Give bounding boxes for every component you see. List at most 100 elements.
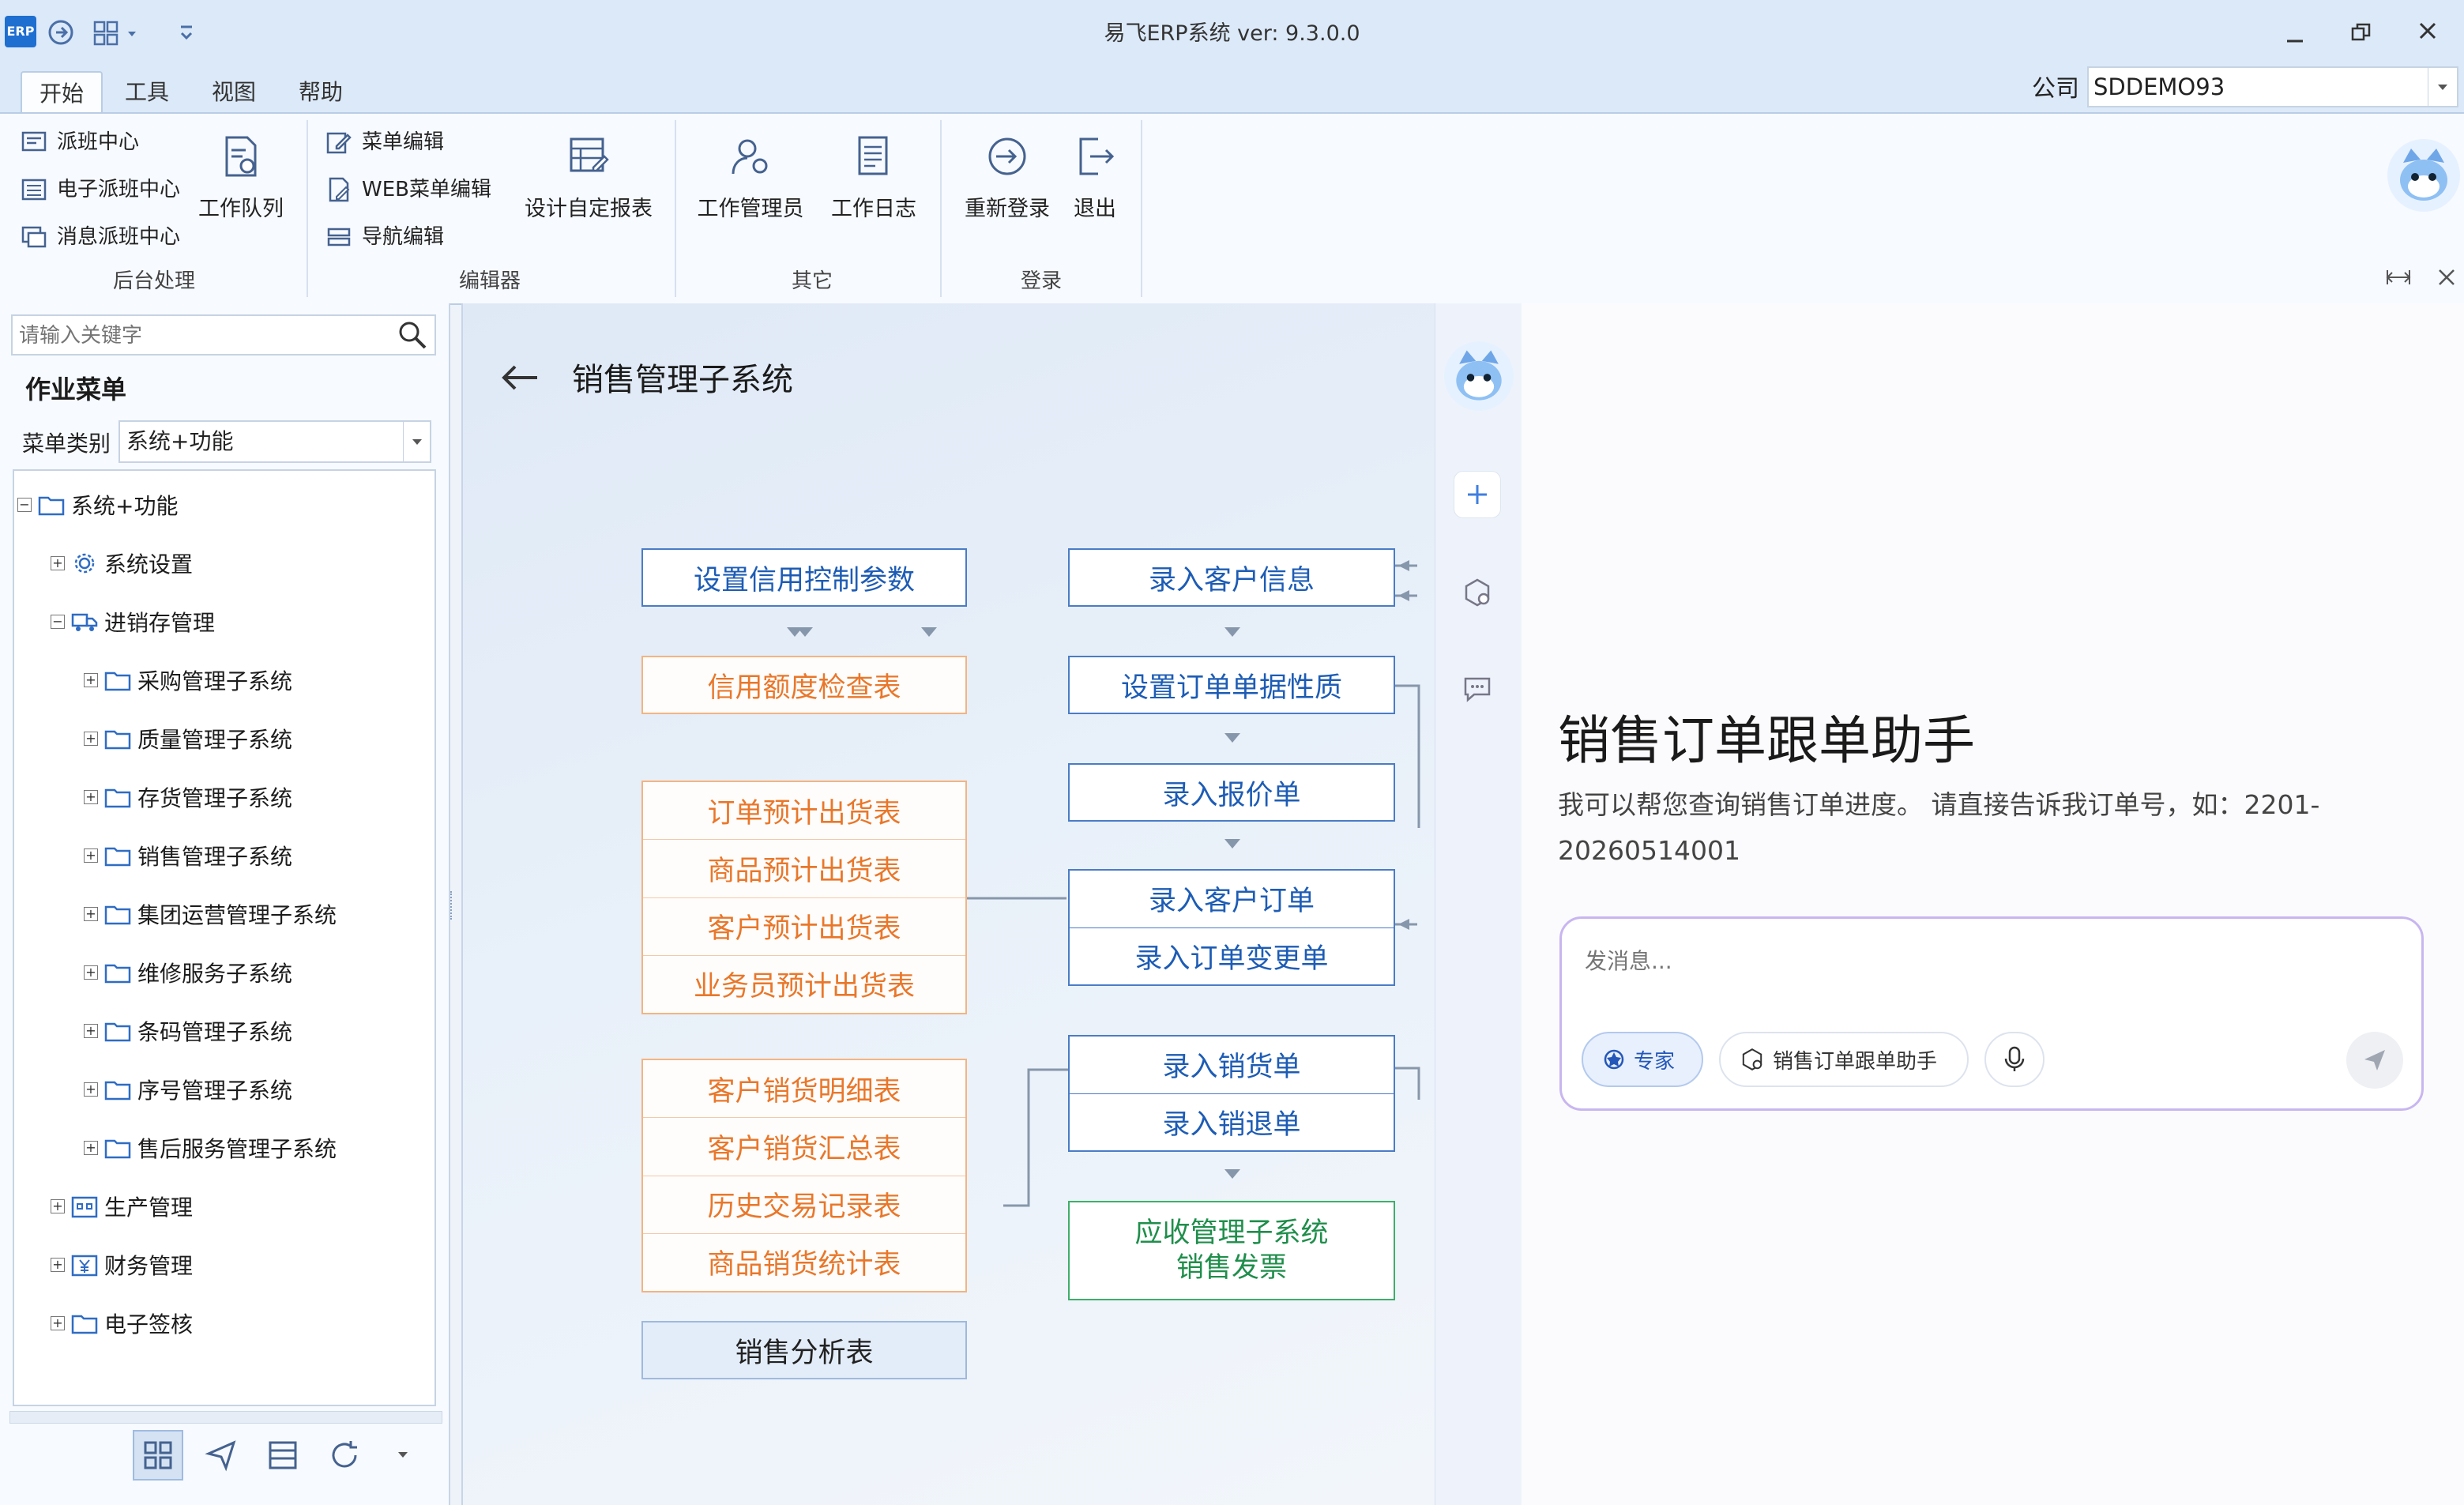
chevron-down-icon[interactable] bbox=[403, 422, 431, 461]
tree-item[interactable]: − 系统+功能 bbox=[17, 476, 428, 534]
expand-toggle-icon[interactable]: + bbox=[51, 1199, 65, 1213]
customer-order-item[interactable]: 录入客户订单 bbox=[1070, 871, 1394, 928]
tree-item[interactable]: + 售后服务管理子系统 bbox=[17, 1119, 428, 1177]
expand-toggle-icon[interactable]: + bbox=[51, 556, 65, 570]
voice-input-button[interactable] bbox=[1984, 1032, 2045, 1087]
chat-history-button[interactable] bbox=[1454, 665, 1501, 713]
factory-icon bbox=[71, 1196, 98, 1218]
nav-edit-button[interactable]: 导航编辑 bbox=[325, 216, 444, 258]
tree-item[interactable]: + 系统设置 bbox=[17, 534, 428, 593]
report-customer-summary[interactable]: 客户销货汇总表 bbox=[643, 1118, 965, 1176]
category-select[interactable]: 系统+功能 bbox=[118, 420, 431, 463]
expand-toggle-icon[interactable]: + bbox=[84, 965, 98, 980]
ar-invoice-box[interactable]: 应收管理子系统 销售发票 bbox=[1068, 1201, 1395, 1300]
expand-toggle-icon[interactable]: + bbox=[84, 848, 98, 863]
assistant-description: 我可以帮您查询销售订单进度。 请直接告诉我订单号，如：2201-20260514… bbox=[1558, 789, 2320, 866]
tree-item[interactable]: + 生产管理 bbox=[17, 1177, 428, 1236]
tree-item-label: 系统设置 bbox=[104, 551, 194, 578]
tab-start[interactable]: 开始 bbox=[21, 71, 103, 115]
exit-button[interactable]: 退出 bbox=[1063, 133, 1127, 222]
sales-return-item[interactable]: 录入销退单 bbox=[1070, 1094, 1394, 1151]
refresh-view-button[interactable] bbox=[319, 1430, 370, 1481]
search-input[interactable] bbox=[17, 316, 392, 356]
work-queue-label: 工作队列 bbox=[198, 197, 284, 221]
minimize-icon[interactable] bbox=[2283, 24, 2307, 47]
tree-item[interactable]: + 存货管理子系统 bbox=[17, 768, 428, 826]
report-product-stats[interactable]: 商品销货统计表 bbox=[643, 1234, 965, 1291]
collapse-toggle-icon[interactable]: − bbox=[51, 615, 65, 629]
tree-item[interactable]: + 电子签核 bbox=[17, 1294, 428, 1353]
sales-delivery-item[interactable]: 录入销货单 bbox=[1070, 1037, 1394, 1094]
expand-toggle-icon[interactable]: + bbox=[84, 1082, 98, 1097]
send-button[interactable] bbox=[2346, 1032, 2403, 1089]
credit-param-box[interactable]: 设置信用控制参数 bbox=[641, 548, 967, 607]
menu-edit-button[interactable]: 菜单编辑 bbox=[325, 122, 444, 163]
expand-toggle-icon[interactable]: + bbox=[84, 1141, 98, 1155]
dispatch-center-button[interactable]: 派班中心 bbox=[21, 122, 139, 163]
sales-analysis-box[interactable]: 销售分析表 bbox=[641, 1321, 967, 1379]
tree-item[interactable]: + 销售管理子系统 bbox=[17, 826, 428, 885]
tree-item[interactable]: + 财务管理 bbox=[17, 1236, 428, 1294]
design-report-button[interactable]: 设计自定报表 bbox=[521, 133, 656, 222]
report-history[interactable]: 历史交易记录表 bbox=[643, 1176, 965, 1234]
forecast-order[interactable]: 订单预计出货表 bbox=[643, 782, 965, 841]
agent-chip[interactable]: 销售订单跟单助手 bbox=[1719, 1032, 1969, 1087]
tree-item[interactable]: + 序号管理子系统 bbox=[17, 1060, 428, 1119]
quote-box[interactable]: 录入报价单 bbox=[1068, 763, 1395, 822]
tree-item[interactable]: + 条码管理子系统 bbox=[17, 1002, 428, 1060]
tree-item[interactable]: + 质量管理子系统 bbox=[17, 709, 428, 768]
tree-item[interactable]: + 集团运营管理子系统 bbox=[17, 885, 428, 943]
expand-toggle-icon[interactable]: + bbox=[84, 790, 98, 804]
expand-toggle-icon[interactable]: + bbox=[84, 732, 98, 746]
order-change-item[interactable]: 录入订单变更单 bbox=[1070, 928, 1394, 985]
agent-button[interactable] bbox=[1454, 569, 1501, 616]
work-manager-label: 工作管理员 bbox=[697, 197, 804, 221]
tree-item[interactable]: − 进销存管理 bbox=[17, 593, 428, 651]
tab-help[interactable]: 帮助 bbox=[281, 71, 360, 114]
chevron-down-icon[interactable] bbox=[2428, 68, 2457, 106]
e-dispatch-center-button[interactable]: 电子派班中心 bbox=[21, 169, 180, 210]
shipping-group: 录入销货单 录入销退单 bbox=[1068, 1035, 1395, 1152]
expand-toggle-icon[interactable]: + bbox=[84, 673, 98, 687]
tab-tools[interactable]: 工具 bbox=[107, 71, 186, 114]
expand-toggle-icon[interactable]: + bbox=[84, 907, 98, 921]
expert-mode-chip[interactable]: 专家 bbox=[1582, 1032, 1703, 1087]
forecast-customer[interactable]: 客户预计出货表 bbox=[643, 898, 965, 956]
collapse-toggle-icon[interactable]: − bbox=[17, 498, 32, 512]
assistant-avatar[interactable] bbox=[1444, 341, 1514, 411]
msg-dispatch-center-button[interactable]: 消息派班中心 bbox=[21, 216, 180, 258]
forecast-salesman[interactable]: 业务员预计出货表 bbox=[643, 956, 965, 1013]
credit-check-box[interactable]: 信用额度检查表 bbox=[641, 656, 967, 714]
horizontal-scrollbar[interactable] bbox=[9, 1411, 442, 1424]
tree-item[interactable]: + 采购管理子系统 bbox=[17, 651, 428, 709]
list-view-button[interactable] bbox=[258, 1430, 308, 1481]
send-view-button[interactable] bbox=[196, 1430, 246, 1481]
close-icon[interactable] bbox=[2416, 19, 2440, 43]
mascot-avatar[interactable] bbox=[2387, 139, 2460, 212]
company-select[interactable]: SDDEMO93 bbox=[2087, 66, 2458, 107]
order-nature-box[interactable]: 设置订单单据性质 bbox=[1068, 656, 1395, 714]
module-view-button[interactable] bbox=[133, 1430, 183, 1481]
work-manager-button[interactable]: 工作管理员 bbox=[695, 133, 806, 222]
expand-toggle-icon[interactable]: + bbox=[51, 1258, 65, 1272]
restore-icon[interactable] bbox=[2349, 21, 2373, 44]
close-ribbon-icon[interactable] bbox=[2436, 267, 2457, 288]
report-customer-detail[interactable]: 客户销货明细表 bbox=[643, 1060, 965, 1119]
collapse-ribbon-icon[interactable] bbox=[2384, 265, 2413, 289]
search-icon[interactable] bbox=[397, 319, 428, 351]
more-tools-icon[interactable] bbox=[395, 1449, 411, 1462]
group-label-editor: 编辑器 bbox=[458, 269, 521, 293]
relogin-button[interactable]: 重新登录 bbox=[956, 133, 1059, 222]
new-chat-button[interactable] bbox=[1454, 471, 1501, 518]
expand-toggle-icon[interactable]: + bbox=[51, 1316, 65, 1330]
work-log-button[interactable]: 工作日志 bbox=[818, 133, 929, 222]
tree-item[interactable]: + 维修服务子系统 bbox=[17, 943, 428, 1002]
web-menu-edit-button[interactable]: WEB菜单编辑 bbox=[325, 169, 491, 210]
work-queue-button[interactable]: 工作队列 bbox=[197, 133, 284, 222]
expand-toggle-icon[interactable]: + bbox=[84, 1024, 98, 1038]
message-input[interactable] bbox=[1583, 940, 2392, 981]
customer-info-box[interactable]: 录入客户信息 bbox=[1068, 548, 1395, 607]
forecast-product[interactable]: 商品预计出货表 bbox=[643, 840, 965, 898]
splitter-handle[interactable] bbox=[450, 891, 457, 920]
tab-view[interactable]: 视图 bbox=[194, 71, 273, 114]
